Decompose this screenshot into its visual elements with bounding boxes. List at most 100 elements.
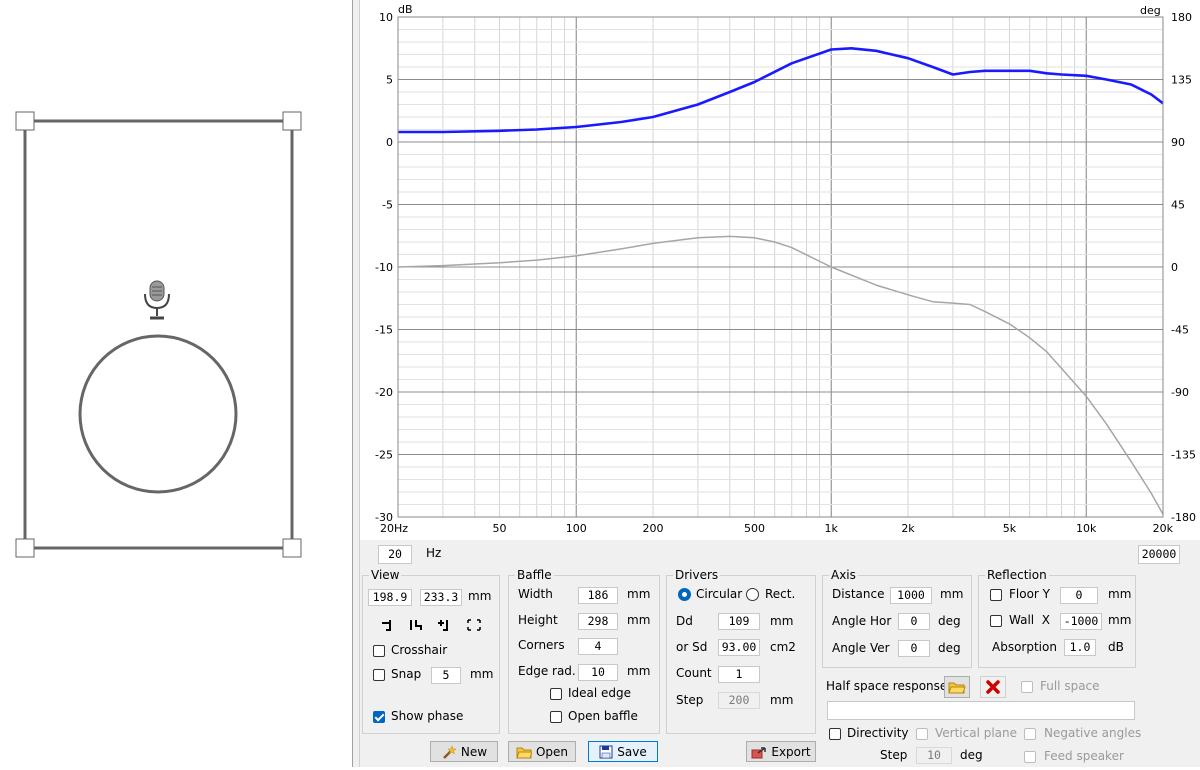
x-tick-label: 20k: [1153, 522, 1174, 535]
rect-label: Rect.: [765, 587, 796, 601]
resize-handle-top-right[interactable]: [282, 111, 302, 131]
resize-handle-top-left[interactable]: [15, 111, 35, 131]
frequency-response-chart[interactable]: 10 5 0 -5 -10 -15 -20 -25 -30 180 135 90 45 0 -45 -90-…: [360, 0, 1200, 540]
snap-unit: mm: [470, 667, 494, 681]
count-input[interactable]: 1: [718, 666, 760, 683]
baffle-edge-label: Edge rad.: [518, 664, 576, 678]
save-button-label: Save: [617, 744, 647, 759]
absorption-unit: dB: [1108, 640, 1124, 654]
export-button[interactable]: Export: [746, 741, 816, 762]
x-tick-label: 5k: [1003, 522, 1017, 535]
zoom-in-icon[interactable]: [434, 616, 454, 634]
directivity-step-input[interactable]: 10: [916, 747, 952, 764]
spl-line: [398, 46, 1164, 134]
baffle-view-canvas[interactable]: [0, 0, 352, 767]
crosshair-checkbox[interactable]: [373, 645, 385, 657]
y-tick-label: 10: [379, 11, 393, 24]
half-space-path-input[interactable]: [827, 701, 1135, 720]
feed-speaker-checkbox[interactable]: [1024, 751, 1036, 763]
snap-label: Snap: [391, 667, 422, 681]
freq-min-unit: Hz: [426, 546, 442, 560]
directivity-step-unit: deg: [960, 748, 983, 762]
y-tick-labels: 1050-5-10-15-20-25-30: [375, 11, 393, 524]
dd-input[interactable]: 109: [718, 613, 760, 630]
directivity-label: Directivity: [847, 726, 909, 740]
circular-label: Circular: [696, 587, 743, 601]
circular-radio[interactable]: [678, 588, 691, 601]
wall-input[interactable]: -1000: [1060, 613, 1102, 630]
new-button[interactable]: New: [430, 741, 498, 762]
y2-tick-labels: 180 135 90 45 0 -45 -90 -135 -180: [1171, 11, 1196, 524]
clear-half-space-button[interactable]: [980, 676, 1006, 698]
y2-tick-label: 45: [1171, 199, 1185, 212]
driver-circle[interactable]: [78, 334, 238, 494]
negative-angles-checkbox[interactable]: [1024, 728, 1036, 740]
absorption-input[interactable]: 1.0: [1064, 639, 1096, 656]
folder-open-icon: [516, 747, 532, 758]
close-icon: [986, 680, 1000, 694]
wall-checkbox[interactable]: [990, 615, 1002, 627]
baffle-outline[interactable]: [23, 119, 294, 550]
open-baffle-checkbox[interactable]: [550, 711, 562, 723]
y-tick-label: 5: [386, 74, 393, 87]
y-tick-label: -5: [382, 199, 393, 212]
wall-unit: mm: [1108, 613, 1132, 627]
angle-ver-label: Angle Ver: [832, 641, 890, 655]
y2-tick-label: 90: [1171, 136, 1185, 149]
floor-unit: mm: [1108, 587, 1132, 601]
distance-input[interactable]: 1000: [890, 587, 932, 604]
x-tick-label: 10k: [1076, 522, 1097, 535]
snap-checkbox[interactable]: [373, 669, 385, 681]
y2-tick-label: 135: [1171, 74, 1192, 87]
driver-step-input[interactable]: 200: [718, 692, 760, 709]
zoom-out-icon[interactable]: [378, 616, 398, 634]
resize-handle-bottom-right[interactable]: [282, 538, 302, 558]
show-phase-checkbox[interactable]: [373, 711, 385, 723]
show-phase-label: Show phase: [391, 709, 464, 723]
angle-ver-input[interactable]: 0: [898, 640, 930, 657]
microphone-icon[interactable]: [144, 280, 170, 320]
angle-hor-input[interactable]: 0: [898, 613, 930, 630]
export-button-label: Export: [771, 744, 811, 759]
wall-label: Wall X: [1009, 613, 1050, 627]
view-width-input[interactable]: 198.9: [368, 589, 412, 606]
y2-tick-label: -90: [1171, 386, 1189, 399]
full-space-checkbox[interactable]: [1021, 681, 1033, 693]
sd-input[interactable]: 93.00: [718, 639, 760, 656]
save-button[interactable]: Save: [588, 741, 658, 762]
ideal-edge-checkbox[interactable]: [550, 688, 562, 700]
resize-handle-bottom-left[interactable]: [15, 538, 35, 558]
sd-unit: cm2: [770, 640, 796, 654]
baffle-height-input[interactable]: 298: [578, 613, 618, 630]
y2-axis-unit: deg: [1140, 4, 1161, 17]
open-button[interactable]: Open: [508, 741, 576, 762]
rect-radio[interactable]: [746, 588, 759, 601]
open-folder-button[interactable]: [944, 676, 970, 698]
distance-unit: mm: [940, 587, 964, 601]
zoom-fit-icon[interactable]: [406, 616, 426, 634]
expand-icon[interactable]: [464, 616, 484, 634]
vertical-plane-checkbox[interactable]: [916, 728, 928, 740]
floor-input[interactable]: 0: [1060, 587, 1098, 604]
pane-splitter[interactable]: [352, 0, 360, 767]
view-group-title: View: [371, 568, 400, 582]
directivity-checkbox[interactable]: [829, 728, 841, 740]
crosshair-label: Crosshair: [391, 643, 448, 657]
x-tick-labels: 20Hz 50 100 200 500 1k 2k 5k 10k 20k: [380, 522, 1174, 535]
freq-max-input[interactable]: 20000: [1138, 545, 1180, 564]
floor-checkbox[interactable]: [990, 589, 1002, 601]
snap-input[interactable]: 5: [431, 667, 461, 684]
baffle-width-label: Width: [518, 587, 553, 601]
feed-speaker-label: Feed speaker: [1044, 749, 1124, 763]
baffle-edge-input[interactable]: 10: [578, 664, 618, 681]
chart-grid: [397, 16, 1164, 518]
y-tick-label: 0: [386, 136, 393, 149]
baffle-corners-input[interactable]: 4: [578, 638, 618, 655]
view-height-input[interactable]: 233.3: [420, 589, 462, 606]
baffle-width-input[interactable]: 186: [578, 587, 618, 604]
count-label: Count: [676, 666, 712, 680]
ideal-edge-label: Ideal edge: [568, 686, 632, 700]
axis-group-title: Axis: [831, 568, 856, 582]
half-space-label: Half space response: [826, 679, 948, 693]
freq-min-input[interactable]: 20: [378, 545, 412, 564]
